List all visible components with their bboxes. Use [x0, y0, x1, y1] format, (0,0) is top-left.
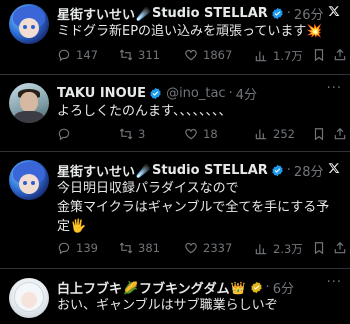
reply-button[interactable]: 147: [57, 48, 98, 62]
like-icon: [185, 49, 197, 61]
comet-emoji: ☄️: [136, 6, 151, 21]
author-name-suffix[interactable]: Studio STELLAR: [152, 163, 268, 178]
post-text: よろしくたのんます、、、、、、、、: [57, 104, 232, 119]
post-taku-inoue[interactable]: TAKU INOUE @ino_tac · 4分 ··· よろしくたのんます、、…: [0, 75, 350, 153]
separator-dot: ·: [228, 86, 233, 101]
author-name[interactable]: TAKU INOUE: [57, 86, 146, 101]
bookmark-icon[interactable]: [312, 241, 326, 255]
repost-icon: [119, 128, 133, 140]
verified-badge-icon: [272, 164, 283, 177]
author-name[interactable]: 白上フブキ: [57, 278, 122, 297]
avatar[interactable]: [9, 278, 49, 318]
views-button[interactable]: 252: [254, 127, 295, 141]
repost-button[interactable]: 311: [119, 48, 160, 62]
reply-button[interactable]: 139: [57, 241, 98, 255]
author-handle[interactable]: @ino_tac: [166, 86, 226, 101]
post-text: ミドグラ新EPの追い込みを頑張っています💥: [57, 24, 323, 39]
share-icon[interactable]: [333, 48, 347, 62]
author-name[interactable]: 星街すいせい: [57, 4, 135, 23]
reply-icon: [58, 49, 70, 62]
bookmark-icon[interactable]: [312, 127, 326, 141]
avatar[interactable]: [9, 160, 49, 200]
verified-badge-icon: [250, 281, 262, 294]
verified-badge-icon: [272, 7, 283, 20]
post-header: TAKU INOUE @ino_tac · 4分: [57, 84, 257, 103]
reply-icon: [58, 128, 70, 141]
like-button[interactable]: 1867: [184, 48, 232, 62]
repost-button[interactable]: 3: [119, 127, 145, 141]
separator-dot: ·: [265, 280, 270, 295]
like-count: 18: [203, 127, 218, 141]
verified-badge-icon: [150, 87, 161, 100]
post-text: 今日明日収録パラダイスなので 金策マイクラはギャンブルで全てを手にする予 定🖐️: [57, 181, 330, 234]
like-icon: [185, 128, 197, 140]
timestamp[interactable]: 4分: [236, 84, 257, 103]
separator-dot: ·: [286, 163, 291, 178]
views-icon: [255, 51, 267, 62]
share-icon[interactable]: [333, 127, 347, 141]
crown-emoji: 👑: [230, 280, 246, 295]
views-icon: [255, 129, 267, 140]
views-count: 2.3万: [273, 242, 303, 256]
reply-button[interactable]: [57, 127, 76, 141]
share-icon[interactable]: [333, 241, 347, 255]
bookmark-icon[interactable]: [312, 48, 326, 62]
reply-icon: [58, 242, 70, 255]
post-header: 白上フブキ 🌽 フブキングダム 👑 · 6分: [57, 278, 294, 297]
like-button[interactable]: 18: [184, 127, 218, 141]
author-name[interactable]: 星街すいせい: [57, 161, 135, 180]
like-button[interactable]: 2337: [184, 241, 232, 255]
repost-icon: [119, 49, 133, 61]
timestamp[interactable]: 26分: [294, 4, 324, 23]
x-logo-icon: [328, 6, 340, 16]
views-count: 252: [273, 127, 295, 141]
views-icon: [255, 244, 267, 255]
timestamp[interactable]: 6分: [273, 278, 294, 297]
author-name-suffix[interactable]: フブキングダム: [139, 278, 230, 297]
repost-button[interactable]: 381: [119, 241, 160, 255]
views-button[interactable]: 2.3万: [254, 241, 303, 257]
repost-count: 311: [138, 48, 160, 62]
reply-count: 147: [76, 48, 98, 62]
action-bar: 139 381 2337 2.3万: [57, 241, 346, 257]
avatar[interactable]: [9, 83, 49, 123]
action-bar: 3 18 252: [57, 127, 346, 143]
like-icon: [185, 242, 197, 254]
post-suisei-2[interactable]: 星街すいせい ☄️ Studio STELLAR · 28分 今日明日収録パラダ…: [0, 152, 350, 260]
timestamp[interactable]: 28分: [294, 161, 324, 180]
reply-count: 139: [76, 241, 98, 255]
like-count: 1867: [203, 48, 233, 62]
repost-icon: [119, 242, 133, 254]
avatar[interactable]: [9, 4, 49, 44]
repost-count: 3: [138, 127, 146, 141]
x-logo-icon: [328, 163, 340, 173]
views-button[interactable]: 1.7万: [254, 48, 303, 64]
corn-emoji: 🌽: [123, 280, 138, 295]
separator-dot: ·: [286, 6, 291, 21]
like-count: 2337: [203, 241, 233, 255]
author-name-suffix[interactable]: Studio STELLAR: [152, 6, 268, 21]
comet-emoji: ☄️: [136, 163, 151, 178]
more-options-icon[interactable]: ···: [327, 81, 342, 96]
action-bar: 147 311 1867 1.7万: [57, 48, 346, 64]
more-options-icon[interactable]: ···: [327, 275, 342, 290]
post-header: 星街すいせい ☄️ Studio STELLAR · 26分: [57, 4, 323, 23]
post-header: 星街すいせい ☄️ Studio STELLAR · 28分: [57, 161, 323, 180]
post-text: おい、ギャンブルはサブ職業らしいぞ: [57, 298, 278, 313]
repost-count: 381: [138, 241, 160, 255]
views-count: 1.7万: [273, 49, 303, 63]
post-fubuki[interactable]: 白上フブキ 🌽 フブキングダム 👑 · 6分 ··· おい、ギャンブルはサブ職業…: [0, 269, 350, 324]
